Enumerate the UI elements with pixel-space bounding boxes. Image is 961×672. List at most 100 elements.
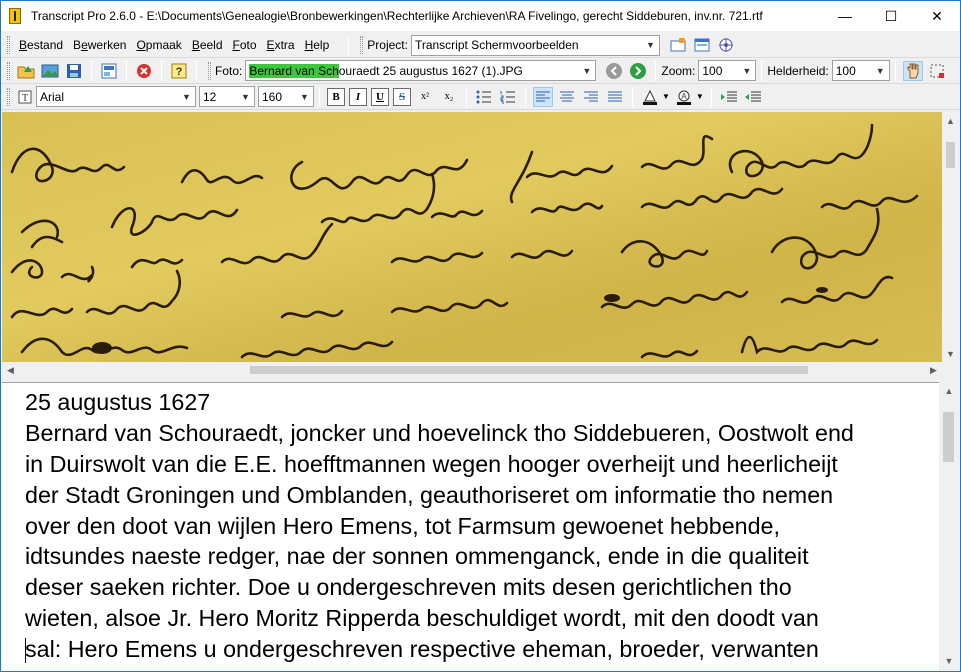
open-folder-icon[interactable] — [16, 61, 36, 81]
scroll-thumb[interactable] — [943, 412, 954, 462]
text-vertical-scrollbar[interactable]: ▲ ▼ — [939, 382, 959, 671]
manuscript-image[interactable] — [2, 112, 942, 362]
photo-toolbar: ? Foto: Bernard van Sch ouraedt 25 august… — [1, 58, 960, 84]
strikethrough-button[interactable]: S — [393, 87, 411, 106]
indent-icon[interactable] — [719, 87, 739, 107]
next-photo-icon[interactable] — [628, 61, 648, 81]
chevron-down-icon: ▼ — [582, 65, 592, 76]
menu-bar: Bestand Bewerken Opmaak Beeld Foto Extra… — [1, 33, 960, 58]
align-center-icon[interactable] — [557, 87, 577, 107]
image-horizontal-scrollbar[interactable]: ◀ ▶ — [2, 362, 942, 378]
transcript-line: sal: Hero Emens u ondergeschreven respec… — [25, 636, 819, 662]
save-icon[interactable] — [64, 61, 84, 81]
numbered-list-icon[interactable] — [498, 87, 518, 107]
toolbar-grip[interactable] — [7, 87, 10, 106]
scroll-thumb[interactable] — [946, 142, 955, 168]
window-layout-icon[interactable] — [692, 35, 712, 55]
chevron-down-icon: ▼ — [645, 40, 655, 50]
maximize-button[interactable]: ☐ — [868, 1, 914, 31]
selection-tool-icon[interactable] — [927, 61, 947, 81]
chevron-down-icon: ▼ — [241, 91, 250, 102]
chevron-down-icon[interactable]: ▼ — [696, 92, 704, 101]
cancel-icon[interactable] — [134, 61, 154, 81]
menu-beeld[interactable]: Beeld — [187, 38, 228, 52]
transcript-line: idtsundes naeste redger, nae der sonnen … — [25, 543, 809, 569]
scroll-right-icon[interactable]: ▶ — [925, 362, 942, 378]
text-cursor — [25, 638, 26, 663]
menu-help[interactable]: Help — [300, 38, 335, 52]
window-controls: — ☐ ✕ — [822, 1, 960, 31]
bold-button[interactable]: B — [327, 87, 345, 106]
toolbar-grip[interactable] — [208, 61, 211, 80]
toolbar-grip[interactable] — [7, 61, 10, 80]
chevron-down-icon: ▼ — [742, 65, 752, 76]
scroll-left-icon[interactable]: ◀ — [2, 362, 19, 378]
brightness-label: Helderheid: — [767, 63, 829, 78]
separator — [196, 60, 197, 81]
target-icon[interactable] — [716, 35, 736, 55]
minimize-button[interactable]: — — [822, 1, 868, 31]
text-color-icon[interactable]: A — [674, 87, 694, 107]
help-icon[interactable]: ? — [169, 61, 189, 81]
menu-bestand[interactable]: Bestand — [14, 38, 68, 52]
justify-icon[interactable] — [605, 87, 625, 107]
manuscript-scan — [2, 112, 942, 362]
previous-photo-icon[interactable] — [604, 61, 624, 81]
zoom-select[interactable]: 100 ▼ — [698, 60, 757, 81]
photo-select[interactable]: Bernard van Sch ouraedt 25 augustus 1627 … — [245, 60, 597, 81]
app-window: Transcript Pro 2.6.0 - E:\Documents\Gene… — [0, 0, 961, 672]
image-icon[interactable] — [40, 61, 60, 81]
align-right-icon[interactable] — [581, 87, 601, 107]
hand-tool-icon[interactable] — [902, 60, 923, 81]
toolbar-grip[interactable] — [360, 36, 364, 54]
font-name-select[interactable]: Arial ▼ — [36, 86, 196, 107]
subscript-button[interactable]: x₂ — [439, 87, 459, 107]
close-window-button[interactable]: ✕ — [914, 1, 960, 31]
scroll-down-icon[interactable]: ▼ — [939, 652, 959, 670]
foto-label: Foto: — [215, 63, 243, 78]
superscript-button[interactable]: x² — [415, 87, 435, 107]
menu-extra[interactable]: Extra — [262, 38, 300, 52]
align-left-icon[interactable] — [533, 86, 553, 107]
chevron-down-icon: ▼ — [875, 65, 885, 76]
underline-button[interactable]: U — [371, 87, 389, 106]
highlight-color-icon[interactable] — [640, 87, 660, 107]
menu-label: Bestand — [19, 38, 64, 52]
menu-bewerken[interactable]: Bewerken — [68, 38, 131, 52]
properties-icon[interactable] — [99, 61, 119, 81]
text-zoom-select[interactable]: 160 ▼ — [258, 86, 314, 107]
separator — [466, 86, 467, 107]
brightness-select[interactable]: 100 ▼ — [831, 60, 890, 81]
separator — [710, 86, 712, 107]
outdent-icon[interactable] — [743, 87, 763, 107]
transcript-line: Bernard van Schouraedt, joncker und hoev… — [25, 420, 854, 446]
menu-opmaak[interactable]: Opmaak — [131, 38, 186, 52]
zoom-label: Zoom: — [661, 63, 696, 78]
font-size-select[interactable]: 12 ▼ — [199, 86, 255, 107]
brightness-value: 100 — [835, 63, 856, 78]
scroll-up-icon[interactable]: ▲ — [942, 112, 959, 129]
new-folder-icon[interactable] — [668, 35, 688, 55]
menu-label: Opmaak — [136, 38, 182, 52]
scroll-down-icon[interactable]: ▼ — [942, 345, 959, 362]
app-icon[interactable] — [9, 8, 21, 24]
zoom-value: 100 — [702, 63, 723, 78]
transcript-line: der Stadt Groningen und Omblanden, geaut… — [25, 482, 834, 508]
chevron-down-icon[interactable]: ▼ — [662, 92, 670, 101]
bullet-list-icon[interactable] — [474, 87, 494, 107]
separator — [91, 60, 92, 81]
transcript-line: deser saeken richter. Doe u ondergeschre… — [25, 574, 792, 600]
project-select[interactable]: Transcript Schermvoorbeelden ▼ — [410, 34, 660, 56]
menu-foto[interactable]: Foto — [228, 38, 262, 52]
italic-button[interactable]: I — [349, 87, 367, 106]
toolbar-grip[interactable] — [7, 36, 10, 54]
scroll-up-icon[interactable]: ▲ — [939, 382, 959, 400]
menu-label: Foto — [232, 38, 257, 52]
image-vertical-scrollbar[interactable]: ▲ ▼ — [942, 112, 959, 362]
title-bar[interactable]: Transcript Pro 2.6.0 - E:\Documents\Gene… — [1, 1, 960, 31]
font-size-value: 12 — [203, 89, 217, 104]
separator — [126, 60, 127, 81]
separator — [525, 86, 526, 107]
scroll-thumb[interactable] — [250, 366, 808, 374]
transcript-editor[interactable]: 25 augustus 1627 Bernard van Schouraedt,… — [2, 382, 939, 671]
